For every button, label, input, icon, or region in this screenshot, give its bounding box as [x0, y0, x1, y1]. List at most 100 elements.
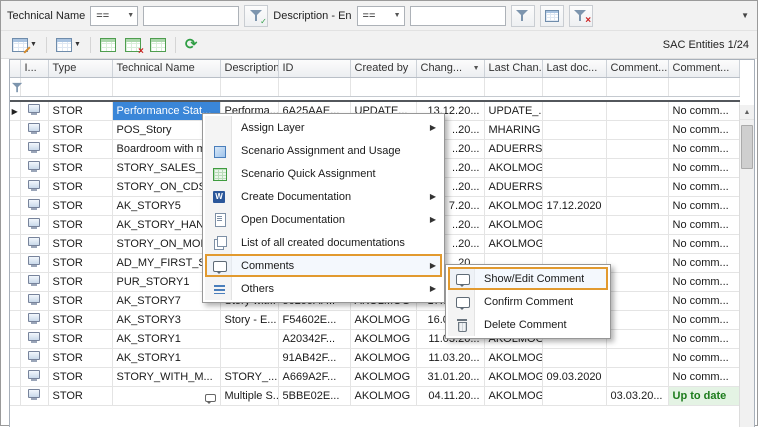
filter-field-2-input[interactable] — [410, 6, 506, 26]
cell-comment-status[interactable]: No comm... — [668, 196, 739, 215]
menu-item-scenario-quick-assignment[interactable]: Scenario Quick Assignment — [205, 162, 442, 185]
cell-comment-status[interactable]: No comm... — [668, 101, 739, 120]
cell-technical-name[interactable]: AK_STORY1 — [112, 348, 220, 367]
filter-cell[interactable] — [220, 77, 278, 96]
column-header-last-doc[interactable]: Last doc... — [542, 60, 606, 77]
column-header-chang[interactable]: Chang...▼ — [416, 60, 484, 77]
filter-cell[interactable] — [112, 77, 220, 96]
cell-last-doc[interactable]: 09.03.2020 — [542, 367, 606, 386]
cell-technical-name[interactable]: AK_STORY3 — [112, 310, 220, 329]
cell-id[interactable]: 91AB42F... — [278, 348, 350, 367]
cell-type[interactable]: STOR — [48, 310, 112, 329]
cell-comment-date[interactable] — [606, 310, 668, 329]
filter-cell[interactable] — [416, 77, 484, 96]
menu-item-open-documentation[interactable]: Open Documentation▶ — [205, 208, 442, 231]
cell-created-by[interactable]: AKOLMOG — [350, 367, 416, 386]
cell-description[interactable] — [220, 329, 278, 348]
cell-created-by[interactable]: AKOLMOG — [350, 348, 416, 367]
table-row[interactable]: STORAK_STORY1A20342F...AKOLMOG11.03.20..… — [10, 329, 739, 348]
column-header-type[interactable]: Type — [48, 60, 112, 77]
cell-last-doc[interactable] — [542, 215, 606, 234]
cell-comment-status[interactable]: No comm... — [668, 310, 739, 329]
cell-last-changed[interactable]: AKOLMOG — [484, 367, 542, 386]
cell-comment-date[interactable] — [606, 196, 668, 215]
cell-created-by[interactable]: AKOLMOG — [350, 329, 416, 348]
menu-item-comments[interactable]: Comments▶ — [205, 254, 442, 277]
column-header-last-chan[interactable]: Last Chan... — [484, 60, 542, 77]
cell-comment-status[interactable]: No comm... — [668, 253, 739, 272]
vertical-scrollbar[interactable]: ▲ — [739, 105, 754, 427]
column-header-comment[interactable]: Comment... — [668, 60, 739, 77]
cell-last-doc[interactable] — [542, 101, 606, 120]
cell-type[interactable]: STOR — [48, 158, 112, 177]
cell-comment-date[interactable] — [606, 291, 668, 310]
cell-last-doc[interactable] — [542, 386, 606, 405]
cell-description[interactable]: STORY_... — [220, 367, 278, 386]
cell-comment-date[interactable] — [606, 215, 668, 234]
cell-last-changed[interactable]: ADUERRS... — [484, 177, 542, 196]
cell-comment-status[interactable]: No comm... — [668, 177, 739, 196]
cell-last-changed[interactable]: AKOLMOG — [484, 158, 542, 177]
cell-comment-status[interactable]: No comm... — [668, 348, 739, 367]
cell-comment-status[interactable]: No comm... — [668, 272, 739, 291]
cell-type[interactable]: STOR — [48, 120, 112, 139]
cell-type[interactable]: STOR — [48, 329, 112, 348]
cell-last-doc[interactable] — [542, 177, 606, 196]
cell-technical-name[interactable]: STORY_WITH_M... — [112, 367, 220, 386]
grid-design-button[interactable]: ▼ — [9, 35, 40, 55]
cell-created-by[interactable]: AKOLMOG — [350, 386, 416, 405]
column-header-description[interactable]: Description — [220, 60, 278, 77]
filter-cell[interactable] — [542, 77, 606, 96]
menu-item-create-documentation[interactable]: Create Documentation▶ — [205, 185, 442, 208]
filter-cell[interactable] — [484, 77, 542, 96]
cell-id[interactable]: A20342F... — [278, 329, 350, 348]
filter-cell[interactable] — [278, 77, 350, 96]
column-header-i[interactable]: I... — [20, 60, 48, 77]
menu-item-assign-layer[interactable]: Assign Layer▶ — [205, 116, 442, 139]
cell-type[interactable]: STOR — [48, 272, 112, 291]
cell-type[interactable]: STOR — [48, 234, 112, 253]
filter-cell[interactable] — [48, 77, 112, 96]
apply-filter-button[interactable]: ✓ — [244, 5, 268, 27]
cell-comment-status[interactable]: No comm... — [668, 367, 739, 386]
cell-comment-date[interactable] — [606, 120, 668, 139]
column-header-comment[interactable]: Comment... — [606, 60, 668, 77]
scroll-up-button[interactable]: ▲ — [740, 105, 754, 120]
cell-comment-status[interactable]: No comm... — [668, 291, 739, 310]
column-header-blank[interactable] — [10, 60, 20, 77]
cell-type[interactable]: STOR — [48, 291, 112, 310]
cell-comment-date[interactable] — [606, 139, 668, 158]
cell-created-by[interactable]: AKOLMOG — [350, 310, 416, 329]
filter-field-1-operator-select[interactable]: == ▼ — [90, 6, 138, 26]
cell-type[interactable]: STOR — [48, 386, 112, 405]
paste-button[interactable] — [147, 35, 169, 55]
cell-comment-status[interactable]: No comm... — [668, 158, 739, 177]
filter-field-2-operator-select[interactable]: == ▼ — [357, 6, 405, 26]
cell-comment-status[interactable]: No comm... — [668, 215, 739, 234]
export-button[interactable] — [97, 35, 119, 55]
cell-type[interactable]: STOR — [48, 348, 112, 367]
cell-description[interactable]: Story - E... — [220, 310, 278, 329]
cell-comment-status[interactable]: No comm... — [668, 139, 739, 158]
cell-id[interactable]: 5BBE02E... — [278, 386, 350, 405]
cell-type[interactable]: STOR — [48, 196, 112, 215]
clear-filter-button[interactable]: × — [569, 5, 593, 27]
cell-comment-date[interactable] — [606, 272, 668, 291]
column-header-id[interactable]: ID — [278, 60, 350, 77]
menu-item-others[interactable]: Others▶ — [205, 277, 442, 300]
delete-entries-button[interactable] — [122, 35, 144, 55]
refresh-button[interactable]: ⟳ — [182, 34, 201, 55]
cell-id[interactable]: F54602E... — [278, 310, 350, 329]
cell-comment-date[interactable] — [606, 177, 668, 196]
cell-comment-status[interactable]: No comm... — [668, 329, 739, 348]
cell-comment-date[interactable] — [606, 234, 668, 253]
column-header-technical-name[interactable]: Technical Name — [112, 60, 220, 77]
cell-technical-name[interactable] — [112, 386, 220, 405]
cell-comment-date[interactable] — [606, 158, 668, 177]
filter-cell[interactable] — [350, 77, 416, 96]
cell-last-changed[interactable]: ADUERRS... — [484, 139, 542, 158]
cell-id[interactable]: A669A2F... — [278, 367, 350, 386]
cell-last-changed[interactable]: MHARING — [484, 120, 542, 139]
cell-type[interactable]: STOR — [48, 367, 112, 386]
cell-changed[interactable]: 31.01.20... — [416, 367, 484, 386]
